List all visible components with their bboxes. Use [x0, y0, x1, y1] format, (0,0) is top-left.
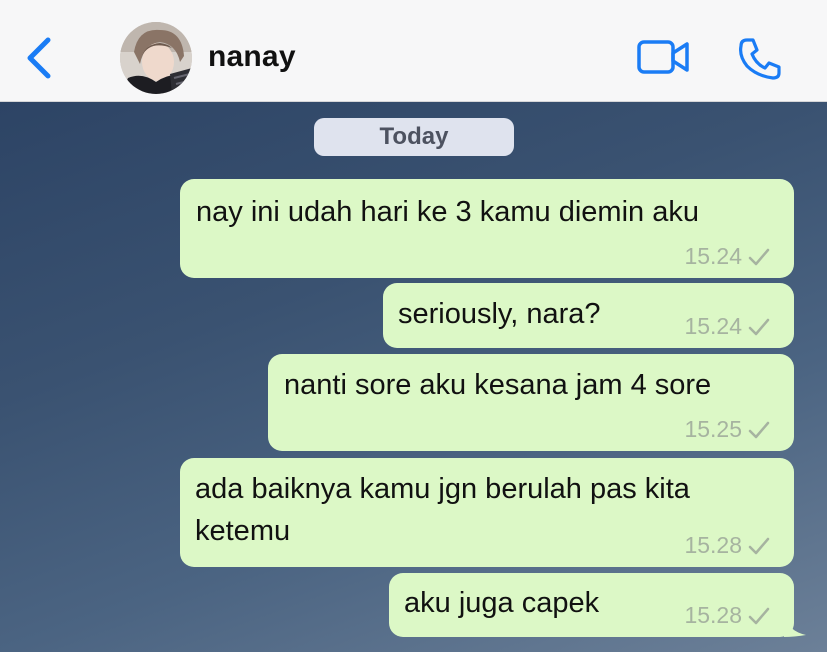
message-time: 15.24 — [684, 243, 742, 269]
message-text: seriously, nara? — [398, 298, 601, 330]
message-bubble[interactable]: ada baiknya kamu jgn berulah pas kita ke… — [180, 458, 794, 567]
check-icon — [748, 248, 770, 265]
message-time: 15.28 — [684, 602, 742, 628]
check-icon — [748, 421, 770, 438]
voice-call-button[interactable] — [737, 36, 783, 82]
message-time: 15.25 — [684, 416, 742, 442]
phone-icon — [739, 38, 781, 80]
message-text: nay ini udah hari ke 3 kamu diemin aku — [196, 196, 699, 228]
check-icon — [748, 318, 770, 335]
message-text: aku juga capek — [404, 587, 600, 619]
contact-name[interactable]: nanay — [208, 40, 296, 74]
check-icon — [748, 537, 770, 554]
date-divider: Today — [314, 118, 514, 156]
check-icon — [748, 607, 770, 624]
message-text-line-2: ketemu — [195, 515, 291, 547]
chevron-left-icon — [27, 37, 51, 79]
message-time: 15.28 — [684, 532, 742, 558]
message-text-line-1: ada baiknya kamu jgn berulah pas kita — [195, 473, 690, 505]
message-text: nanti sore aku kesana jam 4 sore — [284, 369, 712, 401]
message-meta: 15.28 — [684, 532, 770, 559]
message-meta: 15.24 — [684, 243, 770, 270]
avatar[interactable] — [120, 22, 192, 94]
chat-area[interactable]: Today nay ini udah hari ke 3 kamu diemin… — [0, 102, 827, 652]
message-bubble[interactable]: seriously, nara? 15.24 — [383, 283, 794, 348]
message-bubble[interactable]: nay ini udah hari ke 3 kamu diemin aku 1… — [180, 179, 794, 278]
video-camera-icon — [637, 40, 689, 74]
message-time: 15.24 — [684, 313, 742, 339]
bubble-tail — [784, 615, 806, 637]
message-meta: 15.24 — [684, 313, 770, 340]
message-meta: 15.25 — [684, 416, 770, 443]
video-call-button[interactable] — [636, 38, 692, 78]
back-button[interactable] — [20, 34, 60, 82]
message-bubble[interactable]: aku juga capek 15.28 — [389, 573, 806, 637]
message-bubble[interactable]: nanti sore aku kesana jam 4 sore 15.25 — [268, 354, 794, 451]
avatar-photo — [120, 22, 192, 94]
chat-header: nanay — [0, 0, 827, 102]
message-meta: 15.28 — [684, 602, 770, 629]
